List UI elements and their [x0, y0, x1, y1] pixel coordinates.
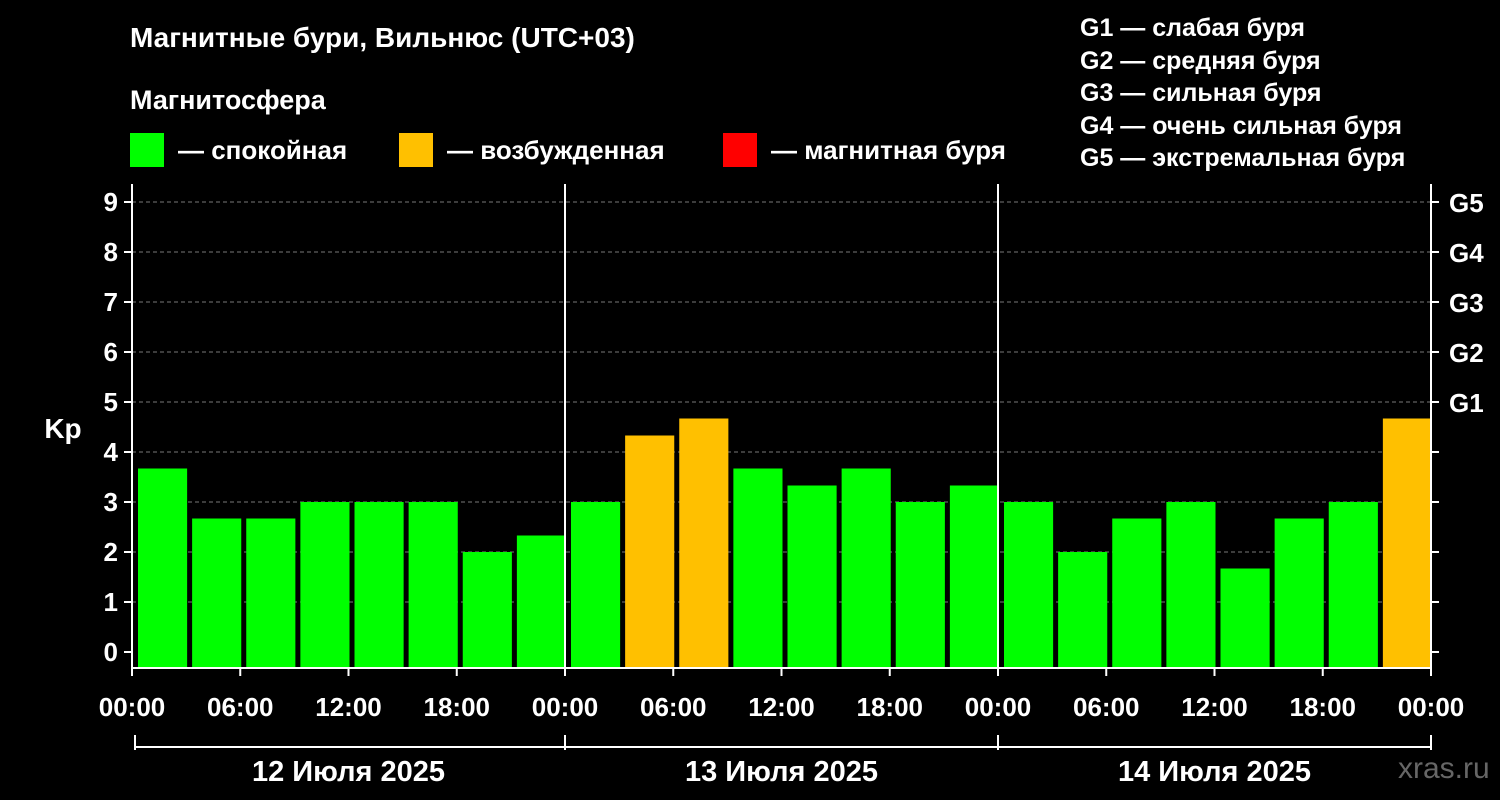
x-tick-label-6: 12:00 [748, 692, 815, 722]
x-tick-label-4: 00:00 [532, 692, 599, 722]
bar-12 [787, 485, 837, 668]
y-tick-label-0: 0 [104, 637, 118, 667]
y-tick-label-2: 2 [104, 537, 118, 567]
x-tick-label-3: 18:00 [424, 692, 491, 722]
x-tick-label-0: 00:00 [99, 692, 166, 722]
x-tick-label-7: 18:00 [857, 692, 924, 722]
day-label-2: 14 Июля 2025 [1118, 756, 1311, 788]
y-tick-label-5: 5 [104, 387, 118, 417]
y-tick-label-4: 4 [104, 437, 119, 467]
bar-23 [1382, 418, 1432, 668]
right-tick-label-g2: G2 [1449, 338, 1484, 368]
x-tick-label-9: 06:00 [1073, 692, 1140, 722]
bar-15 [949, 485, 999, 668]
right-tick-label-g1: G1 [1449, 388, 1484, 418]
day-label-1: 13 Июля 2025 [685, 756, 878, 788]
x-tick-label-11: 18:00 [1290, 692, 1357, 722]
bar-22 [1328, 502, 1378, 668]
y-axis-label: Kp [44, 413, 81, 444]
bar-16 [1004, 502, 1054, 668]
watermark: xras.ru [1398, 752, 1490, 785]
right-tick-label-g3: G3 [1449, 288, 1484, 318]
bar-18 [1112, 518, 1162, 668]
y-tick-label-7: 7 [104, 287, 118, 317]
bar-10 [679, 418, 729, 668]
bar-11 [733, 468, 783, 668]
y-tick-label-3: 3 [104, 487, 118, 517]
bar-8 [571, 502, 621, 668]
bar-19 [1166, 502, 1216, 668]
x-tick-label-12: 00:00 [1398, 692, 1465, 722]
bar-5 [408, 502, 458, 668]
bar-14 [895, 502, 945, 668]
y-tick-label-9: 9 [104, 187, 118, 217]
bar-2 [246, 518, 296, 668]
bar-17 [1058, 552, 1108, 668]
bar-13 [841, 468, 891, 668]
x-tick-label-1: 06:00 [207, 692, 274, 722]
right-tick-label-g5: G5 [1449, 188, 1484, 218]
bar-6 [462, 552, 512, 668]
x-tick-label-2: 12:00 [315, 692, 382, 722]
x-tick-label-10: 12:00 [1181, 692, 1248, 722]
bar-4 [354, 502, 404, 668]
bar-21 [1274, 518, 1324, 668]
bar-9 [625, 435, 675, 668]
y-tick-label-1: 1 [104, 587, 118, 617]
bar-0 [138, 468, 188, 668]
bar-3 [300, 502, 350, 668]
y-tick-label-8: 8 [104, 237, 118, 267]
day-label-0: 12 Июля 2025 [252, 756, 445, 788]
x-tick-label-8: 00:00 [965, 692, 1032, 722]
right-tick-label-g4: G4 [1449, 238, 1484, 268]
kp-bar-chart: 0 1 2 3 4 5 6 7 8 9 G1 G2 G3 G4 G5 Kp 00:00 06:00 12:00 18:… [44, 184, 1484, 788]
bar-7 [516, 535, 566, 668]
bar-1 [192, 518, 242, 668]
bar-20 [1220, 568, 1270, 668]
y-tick-label-6: 6 [104, 337, 118, 367]
x-tick-label-5: 06:00 [640, 692, 707, 722]
